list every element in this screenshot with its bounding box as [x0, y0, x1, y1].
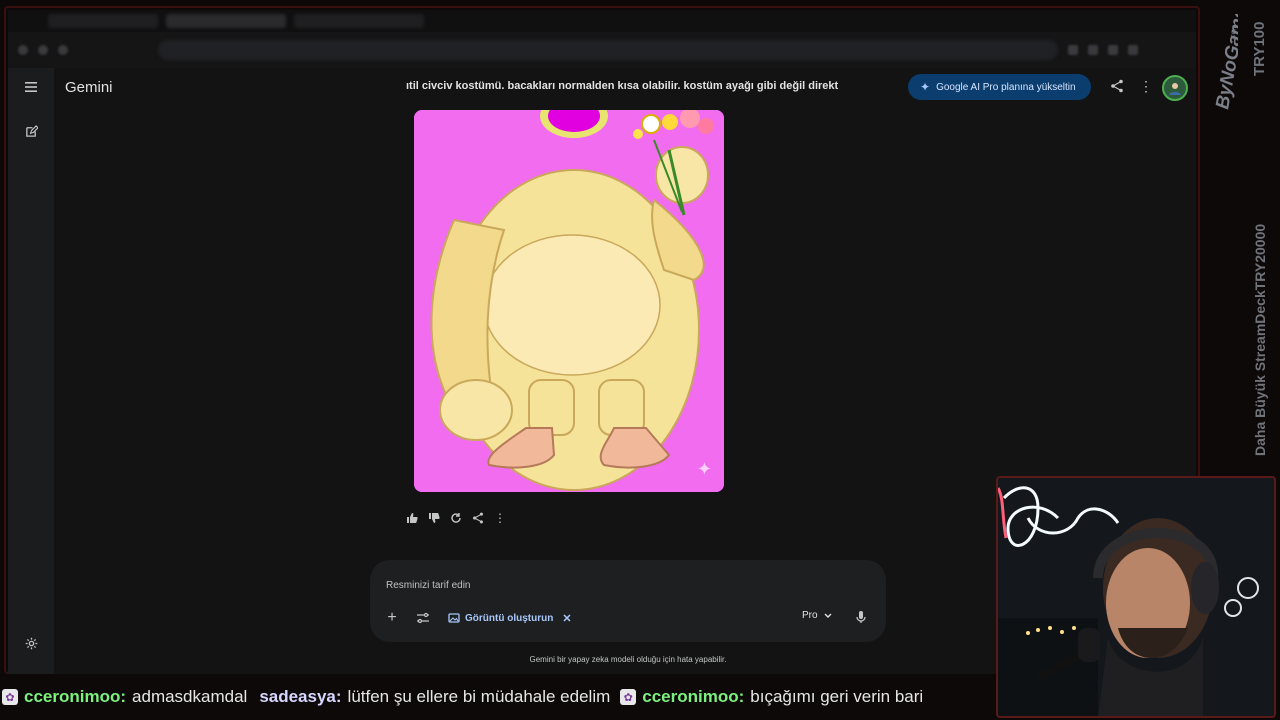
webcam-feed	[996, 476, 1276, 718]
chat-badge-icon: ✿	[620, 689, 637, 705]
thumbs-up-icon[interactable]	[406, 512, 418, 524]
upgrade-plan-label: Google AI Pro planına yükseltin	[936, 81, 1076, 93]
chick-costume-illustration	[414, 110, 724, 492]
ai-sparkle-watermark-icon: ✦	[696, 459, 712, 479]
chat-message: lütfen şu ellere bi müdahale edelim	[347, 687, 611, 706]
chat-message: admasdkamdal	[132, 687, 248, 706]
promo-code-vertical: TRY100	[1251, 22, 1268, 76]
new-chat-icon[interactable]	[21, 121, 41, 141]
stream-stage: Gemini ıtil civciv kostümü. bacakları no…	[0, 0, 1280, 720]
promo-code: TRY100	[1251, 22, 1268, 76]
chat-ticker: ✿ cceronimoo: admasdkamdal sadeasya: lüt…	[0, 683, 996, 711]
image-icon	[448, 613, 460, 623]
mic-icon[interactable]	[856, 610, 870, 626]
menu-icon[interactable]	[21, 77, 41, 97]
disclaimer-text: Gemini bir yapay zeka modeli olduğu için…	[529, 655, 727, 664]
model-selector[interactable]: Pro	[802, 610, 832, 621]
prompt-composer: + Görüntü oluşturun ✕ Pro	[370, 560, 886, 642]
app-title[interactable]: Gemini	[65, 79, 113, 96]
side-rail	[8, 68, 54, 674]
refresh-icon[interactable]	[450, 512, 462, 524]
chat-title: ıtil civciv kostümü. bacakları normalden…	[406, 80, 840, 92]
generated-image[interactable]: ✦	[414, 110, 724, 492]
response-actions: ⋮	[406, 511, 506, 525]
chat-username: cceronimoo:	[642, 687, 745, 706]
chat-badge-icon: ✿	[2, 689, 18, 705]
more-vert-icon[interactable]: ⋮	[494, 511, 506, 525]
share-icon[interactable]	[472, 512, 484, 524]
plus-icon[interactable]: +	[384, 610, 400, 626]
sparkle-icon: ✦	[920, 80, 931, 94]
chevron-down-icon	[824, 613, 832, 618]
prompt-input[interactable]	[386, 576, 866, 594]
tune-icon[interactable]	[416, 611, 430, 625]
avatar[interactable]	[1162, 75, 1188, 101]
sponsor-logo: ByNoGame .com	[1212, 14, 1238, 111]
image-chip-label: Görüntü oluşturun	[465, 612, 554, 624]
model-label: Pro	[802, 610, 818, 621]
webcam-scene	[998, 478, 1274, 716]
chat-username: sadeasya:	[259, 687, 342, 706]
more-vert-icon[interactable]: ⋮	[1139, 78, 1153, 96]
close-icon[interactable]: ✕	[562, 612, 571, 625]
image-generation-chip[interactable]: Görüntü oluşturun ✕	[448, 608, 572, 628]
gear-icon[interactable]	[21, 633, 41, 653]
share-icon[interactable]	[1110, 79, 1126, 95]
upgrade-plan-button[interactable]: ✦ Google AI Pro planına yükseltin	[908, 74, 1091, 100]
chat-message: bıçağımı geri verin bari	[750, 687, 924, 706]
chat-username: cceronimoo:	[24, 687, 127, 706]
promo-text: Daha Büyük StreamDeckTRY20000	[1252, 224, 1268, 456]
promo-text-vertical: Daha Büyük StreamDeckTRY20000	[1252, 224, 1268, 456]
thumbs-down-icon[interactable]	[428, 512, 440, 524]
